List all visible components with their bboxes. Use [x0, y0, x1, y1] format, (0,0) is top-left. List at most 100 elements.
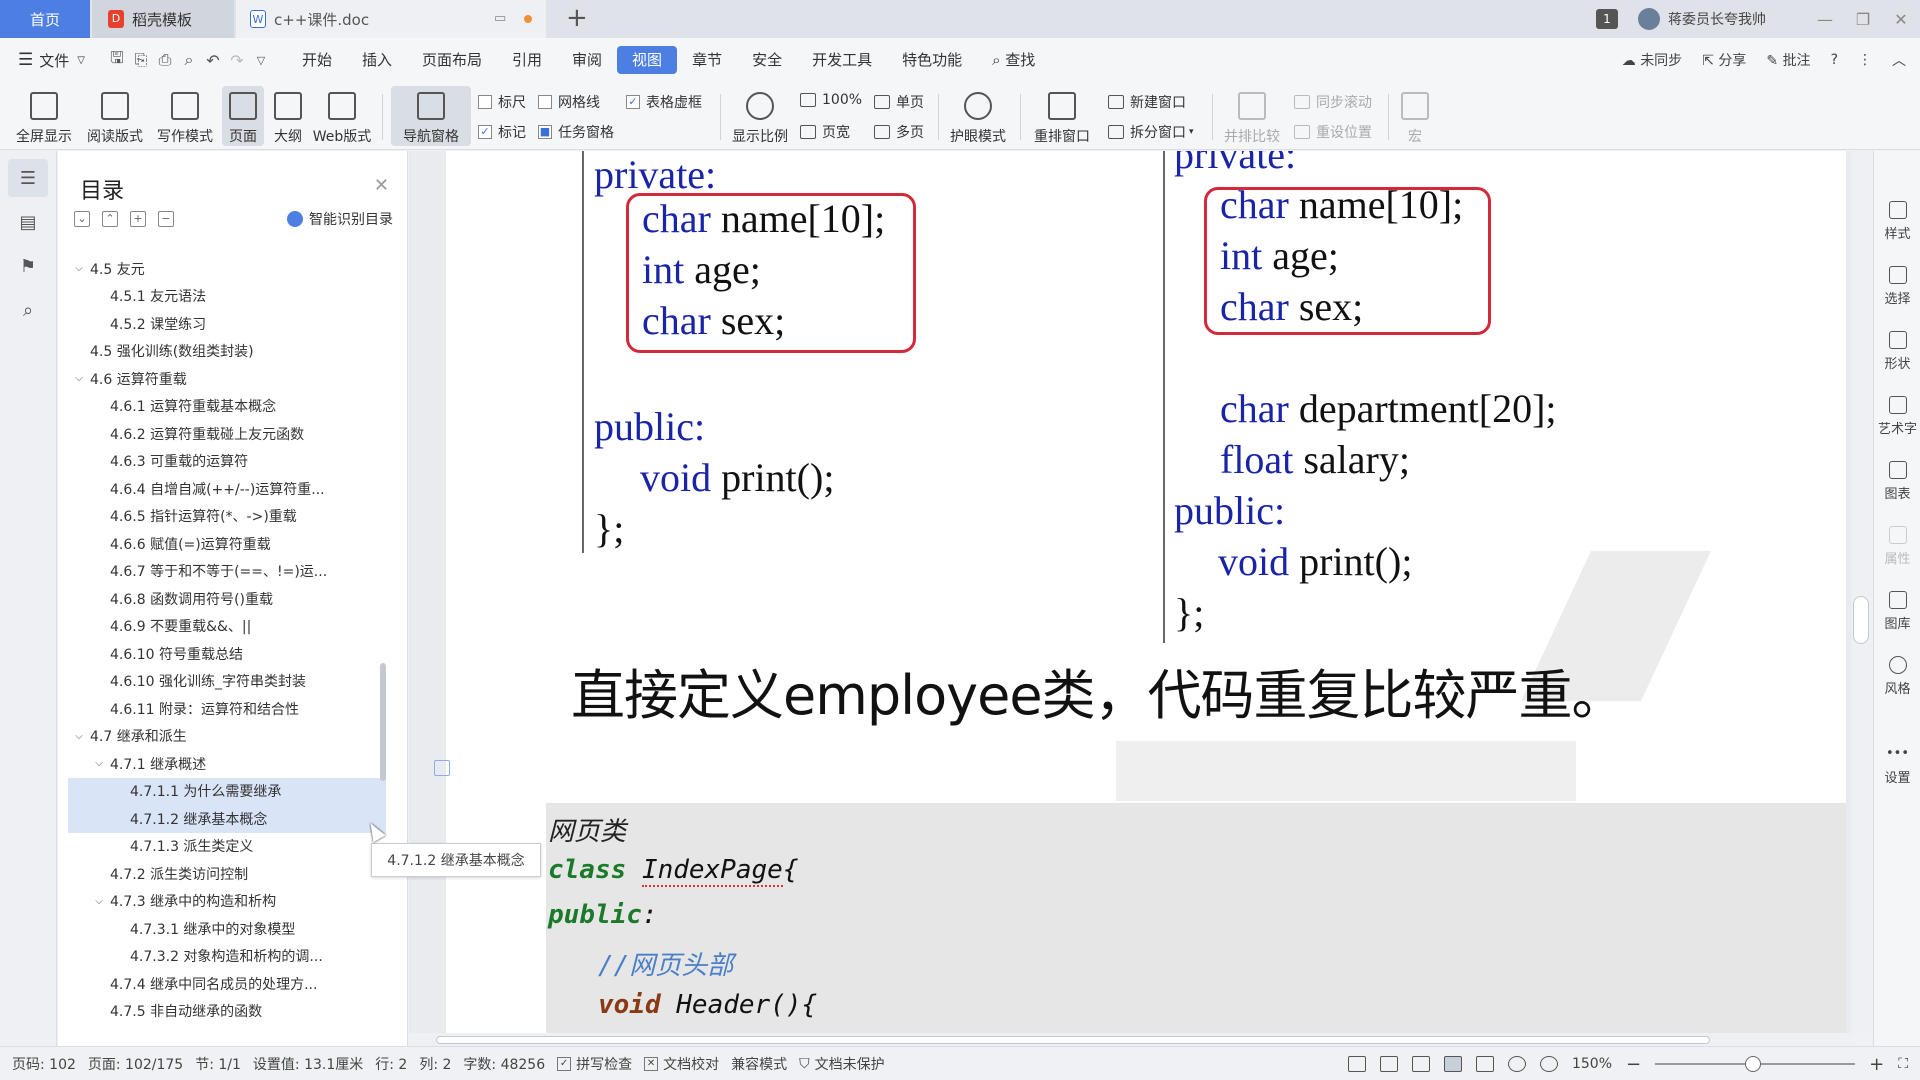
protect-button[interactable]: ⛉ 文档未保护	[799, 1054, 885, 1074]
property-button[interactable]: 属性	[1874, 526, 1920, 567]
toc-item[interactable]: 4.6.6 赋值(=)运算符重载	[68, 530, 386, 558]
shape-button[interactable]: 形状	[1874, 331, 1920, 372]
zoom-slider-knob[interactable]	[1745, 1056, 1762, 1072]
toc-item[interactable]: 4.6.9 不要重载&&、||	[68, 613, 386, 641]
eye-protect-icon[interactable]	[1539, 1056, 1558, 1072]
settings-button[interactable]: ••• 设置	[1874, 746, 1920, 786]
marks-checkbox[interactable]: ✓ 标记	[478, 122, 526, 142]
toc-item[interactable]: 4.5.1 友元语法	[68, 283, 386, 311]
tab-home[interactable]: 首页	[0, 0, 90, 38]
rearrange-window-button[interactable]: 重排窗口	[1024, 86, 1100, 146]
menu-search[interactable]: ⌕ 查找	[977, 46, 1050, 74]
page-width-button[interactable]: 页宽	[800, 122, 850, 142]
status-words[interactable]: 字数: 48256	[463, 1054, 545, 1074]
toc-item[interactable]: 4.6.10 强化训练_字符串类封装	[68, 668, 386, 696]
find-icon[interactable]: ⌕	[8, 291, 48, 329]
toc-item[interactable]: 4.5.2 课堂练习	[68, 310, 386, 338]
gridlines-checkbox[interactable]: 网格线	[538, 92, 600, 112]
chevron-down-icon[interactable]: ⌵	[92, 896, 106, 907]
proofread-button[interactable]: ✕ 文档校对	[644, 1054, 719, 1074]
nav-pane-button[interactable]: 导航窗格	[391, 86, 471, 146]
menu-dev-tools[interactable]: 开发工具	[797, 46, 887, 74]
sync-button[interactable]: ☁ 未同步	[1622, 50, 1682, 70]
status-page-code[interactable]: 页码: 102	[12, 1054, 76, 1074]
split-window-button[interactable]: 拆分窗口 ▾	[1108, 122, 1194, 142]
annotate-button[interactable]: ✎ 批注	[1766, 50, 1810, 70]
more-icon[interactable]: ⋮	[1858, 52, 1872, 68]
page-view-button[interactable]: 页面	[222, 86, 264, 146]
toc-item[interactable]: 4.6.2 运算符重载碰上友元函数	[68, 420, 386, 448]
toc-item[interactable]: 4.7.4 继承中同名成员的处理方...	[68, 970, 386, 998]
status-page[interactable]: 页面: 102/175	[88, 1054, 183, 1074]
style-button[interactable]: 样式	[1874, 201, 1920, 242]
fullscreen-button[interactable]: 全屏显示	[12, 86, 76, 146]
reading-layout-button[interactable]: 阅读版式	[83, 86, 147, 146]
toc-item[interactable]: 4.7.2 派生类访问控制	[68, 860, 386, 888]
minimize-icon[interactable]: —	[1806, 10, 1844, 29]
writing-mode-button[interactable]: 写作模式	[153, 86, 217, 146]
toc-item[interactable]: ⌵ 4.7 继承和派生	[68, 723, 386, 751]
toc-item[interactable]: 4.7.5 非自动继承的函数	[68, 998, 386, 1026]
nav-scrollbar[interactable]	[380, 663, 386, 781]
menu-layout[interactable]: 页面布局	[407, 46, 497, 74]
menu-chapter[interactable]: 章节	[677, 46, 737, 74]
toc-item[interactable]: 4.5 强化训练(数组类封装)	[68, 338, 386, 366]
chapter-icon[interactable]: ▤	[8, 203, 48, 241]
bookmark-icon[interactable]: ⚑	[8, 247, 48, 285]
toc-item[interactable]: 4.6.10 符号重载总结	[68, 640, 386, 668]
multi-page-button[interactable]: 多页	[874, 122, 924, 142]
print-icon[interactable]: ⎙	[153, 50, 177, 70]
outline-view-button[interactable]: 大纲	[267, 86, 309, 146]
export-icon[interactable]: ⎘	[129, 50, 153, 70]
new-window-button[interactable]: 新建窗口	[1108, 92, 1186, 112]
menu-review[interactable]: 审阅	[557, 46, 617, 74]
spell-check-button[interactable]: ✓ 拼写检查	[557, 1054, 632, 1074]
toc-item[interactable]: 4.6.1 运算符重载基本概念	[68, 393, 386, 421]
toc-item[interactable]: 4.6.11 附录：运算符和结合性	[68, 695, 386, 723]
page-mode-icon[interactable]	[1443, 1056, 1462, 1072]
zoom-100-button[interactable]: 100%	[800, 92, 862, 108]
toc-item[interactable]: 4.6.4 自增自减(++/--)运算符重...	[68, 475, 386, 503]
toc-item[interactable]: 4.7.3.1 继承中的对象模型	[68, 915, 386, 943]
write-mode-icon[interactable]	[1411, 1056, 1430, 1072]
print-preview-icon[interactable]: ⌕	[177, 50, 201, 70]
chevron-down-icon[interactable]: ⌵	[72, 373, 86, 384]
gallery-button[interactable]: 图库	[1874, 591, 1920, 632]
new-tab-plus-icon[interactable]: +	[566, 3, 588, 33]
single-page-button[interactable]: 单页	[874, 92, 924, 112]
table-grid-checkbox[interactable]: ✓ 表格虚框	[626, 92, 702, 112]
window-count-badge[interactable]: 1	[1596, 9, 1618, 29]
save-icon[interactable]: 🖫	[105, 47, 129, 74]
paste-options-icon[interactable]	[434, 760, 450, 776]
user-name[interactable]: 蒋委员长夸我帅	[1668, 9, 1766, 29]
toc-item[interactable]: ⌵ 4.7.1 继承概述	[68, 750, 386, 778]
restore-icon[interactable]: ❐	[1844, 10, 1882, 29]
menu-view[interactable]: 视图	[617, 46, 678, 74]
web-mode-icon[interactable]	[1507, 1056, 1526, 1072]
menu-features[interactable]: 特色功能	[887, 46, 977, 74]
remove-heading-icon[interactable]: −	[158, 211, 174, 227]
customize-chevron-icon[interactable]: ▽	[249, 54, 273, 67]
ruler-checkbox[interactable]: 标尺	[478, 92, 526, 112]
menu-insert[interactable]: 插入	[347, 46, 407, 74]
horizontal-scroll-thumb[interactable]	[436, 1036, 1710, 1044]
chevron-down-icon[interactable]: ⌵	[72, 731, 86, 742]
document-page[interactable]: private: char name[10]; int age; char se…	[446, 151, 1846, 1033]
undo-icon[interactable]: ↶	[201, 51, 225, 70]
fullscreen-icon[interactable]: ⛶	[1898, 1056, 1908, 1072]
toc-item[interactable]: 4.7.1.2 继承基本概念	[68, 805, 386, 833]
close-icon[interactable]: ✕	[374, 175, 389, 196]
chevron-down-icon[interactable]: ⌵	[92, 758, 106, 769]
chevron-down-icon[interactable]: ⌵	[72, 263, 86, 274]
fit-window-icon[interactable]	[1347, 1056, 1366, 1072]
menu-start[interactable]: 开始	[287, 46, 347, 74]
zoom-in-icon[interactable]: +	[1869, 1054, 1884, 1075]
toc-item[interactable]: 4.6.7 等于和不等于(==、!=)运...	[68, 558, 386, 586]
web-layout-button[interactable]: Web版式	[310, 86, 374, 146]
toc-item[interactable]: 4.6.8 函数调用符号()重载	[68, 585, 386, 613]
share-button[interactable]: ⇱ 分享	[1702, 50, 1746, 70]
vertical-scrollbar[interactable]	[1851, 151, 1873, 1033]
toc-item[interactable]: 4.6.5 指针运算符(*、->)重载	[68, 503, 386, 531]
document-area[interactable]: private: char name[10]; int age; char se…	[409, 151, 1851, 1033]
zoom-out-icon[interactable]: −	[1626, 1054, 1641, 1075]
